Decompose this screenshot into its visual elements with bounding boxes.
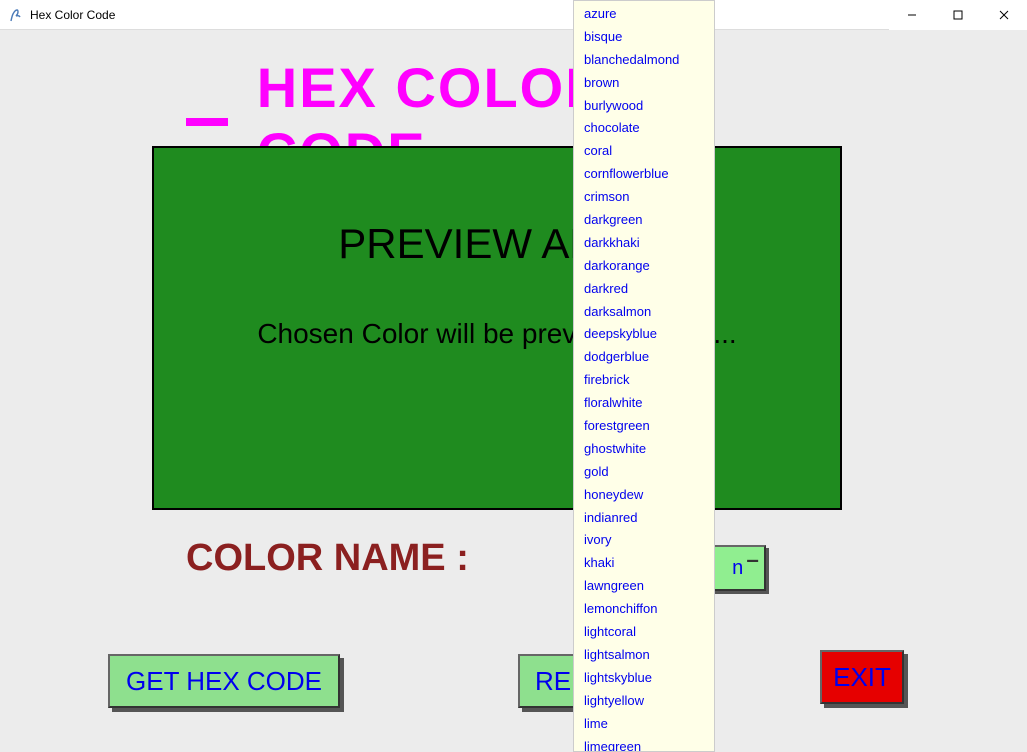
- color-dropdown-button[interactable]: n ▔: [706, 545, 766, 591]
- dropdown-item[interactable]: lightcoral: [574, 621, 714, 644]
- dropdown-item[interactable]: chocolate: [574, 117, 714, 140]
- dropdown-item[interactable]: firebrick: [574, 369, 714, 392]
- dropdown-item[interactable]: darkorange: [574, 255, 714, 278]
- dropdown-item[interactable]: darksalmon: [574, 301, 714, 324]
- dropdown-item[interactable]: coral: [574, 140, 714, 163]
- dropdown-item[interactable]: crimson: [574, 186, 714, 209]
- get-hex-label: GET HEX CODE: [126, 666, 322, 697]
- dropdown-item[interactable]: darkgreen: [574, 209, 714, 232]
- dropdown-item[interactable]: lightskyblue: [574, 667, 714, 690]
- dropdown-item[interactable]: floralwhite: [574, 392, 714, 415]
- color-name-label: COLOR NAME :: [186, 537, 469, 580]
- dropdown-item[interactable]: blanchedalmond: [574, 49, 714, 72]
- color-dropdown-menu[interactable]: azurebisqueblanchedalmondbrownburlywoodc…: [573, 0, 715, 752]
- dropdown-item[interactable]: darkkhaki: [574, 232, 714, 255]
- dropdown-item[interactable]: khaki: [574, 552, 714, 575]
- close-button[interactable]: [981, 0, 1027, 30]
- window-title: Hex Color Code: [30, 8, 115, 22]
- dropdown-item[interactable]: azure: [574, 3, 714, 26]
- preview-heading: PREVIEW AREA: [154, 220, 840, 268]
- dropdown-item[interactable]: indianred: [574, 507, 714, 530]
- get-hex-code-button[interactable]: GET HEX CODE: [108, 654, 340, 708]
- exit-label: EXIT: [833, 662, 891, 693]
- dropdown-item[interactable]: burlywood: [574, 95, 714, 118]
- title-underline: [186, 118, 228, 126]
- window-titlebar: Hex Color Code: [0, 0, 1027, 30]
- main-content: HEX COLOR CODE PREVIEW AREA Chosen Color…: [0, 30, 1027, 752]
- preview-area: PREVIEW AREA Chosen Color will be previe…: [152, 146, 842, 510]
- dropdown-item[interactable]: bisque: [574, 26, 714, 49]
- dropdown-item[interactable]: lime: [574, 713, 714, 736]
- dropdown-selected-partial: n: [732, 557, 743, 580]
- dropdown-item[interactable]: cornflowerblue: [574, 163, 714, 186]
- dropdown-item[interactable]: lemonchiffon: [574, 598, 714, 621]
- dropdown-item[interactable]: gold: [574, 461, 714, 484]
- minimize-button[interactable]: [889, 0, 935, 30]
- dropdown-item[interactable]: lightyellow: [574, 690, 714, 713]
- dropdown-item[interactable]: deepskyblue: [574, 323, 714, 346]
- dropdown-item[interactable]: dodgerblue: [574, 346, 714, 369]
- window-controls: [889, 0, 1027, 30]
- preview-subtitle: Chosen Color will be previewed here...: [154, 318, 840, 350]
- dropdown-item[interactable]: limegreen: [574, 736, 714, 752]
- dropdown-item[interactable]: forestgreen: [574, 415, 714, 438]
- dropdown-item[interactable]: ghostwhite: [574, 438, 714, 461]
- dropdown-item[interactable]: honeydew: [574, 484, 714, 507]
- dropdown-item[interactable]: lightsalmon: [574, 644, 714, 667]
- dropdown-item[interactable]: ivory: [574, 529, 714, 552]
- exit-button[interactable]: EXIT: [820, 650, 904, 704]
- chevron-down-icon: ▔: [747, 560, 758, 577]
- maximize-button[interactable]: [935, 0, 981, 30]
- dropdown-item[interactable]: darkred: [574, 278, 714, 301]
- dropdown-item[interactable]: brown: [574, 72, 714, 95]
- app-icon: [8, 7, 24, 23]
- dropdown-item[interactable]: lawngreen: [574, 575, 714, 598]
- reset-label: RE: [535, 666, 571, 697]
